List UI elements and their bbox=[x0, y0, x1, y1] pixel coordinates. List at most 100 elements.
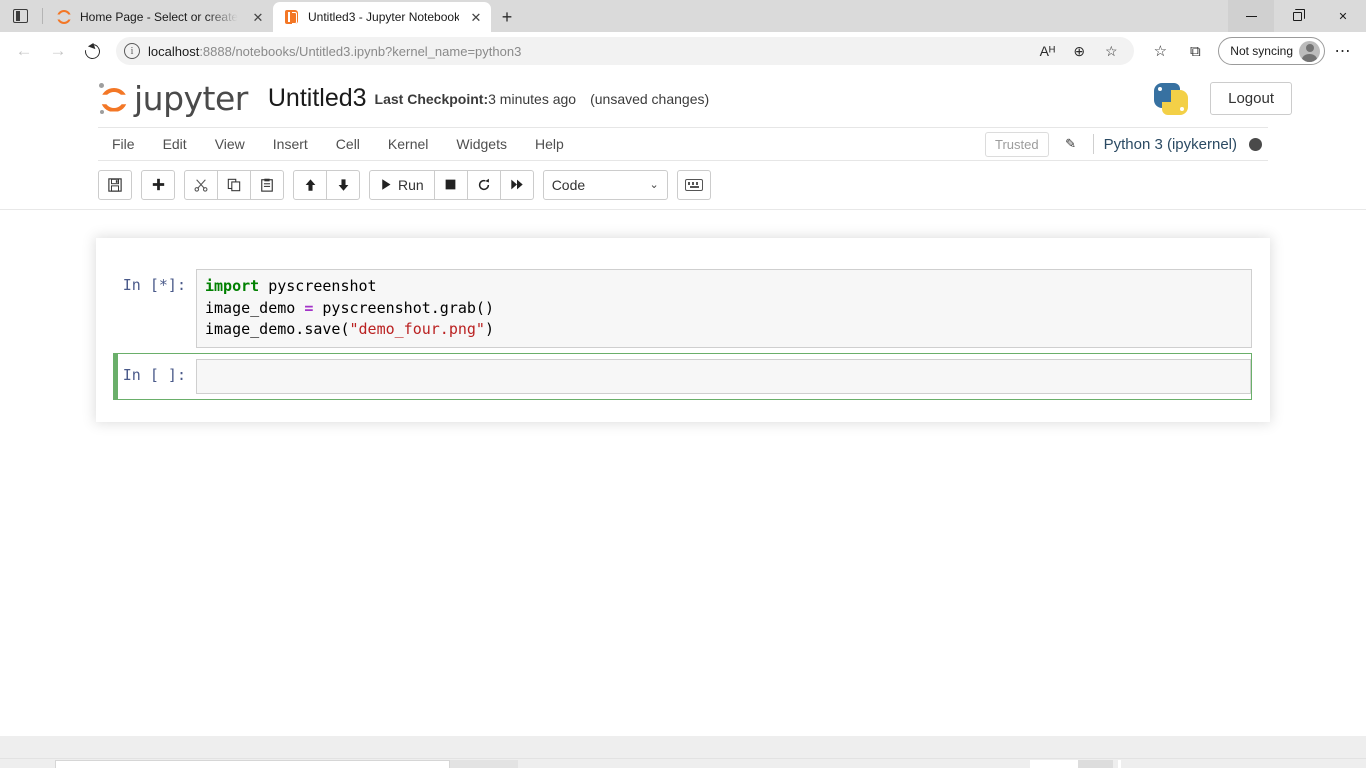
add-favorite-icon[interactable]: ☆ bbox=[1096, 38, 1126, 64]
code-editor-1[interactable]: import pyscreenshot image_demo = pyscree… bbox=[196, 269, 1252, 348]
code-token: image_demo bbox=[205, 299, 304, 317]
browser-tab-home-page[interactable]: Home Page - Select or create a n ✕ bbox=[45, 2, 273, 32]
maximize-icon bbox=[1293, 12, 1302, 21]
command-palette-button[interactable] bbox=[677, 170, 711, 200]
code-token: ) bbox=[485, 320, 494, 338]
jupyter-logo[interactable]: jupyter bbox=[98, 79, 248, 118]
kernel-busy-indicator-icon bbox=[1249, 138, 1262, 151]
collections-icon[interactable]: ⧉ bbox=[1179, 36, 1211, 66]
python-logo-icon bbox=[1154, 82, 1188, 116]
zoom-icon[interactable]: ⊕ bbox=[1064, 38, 1094, 64]
restart-and-run-all-button[interactable] bbox=[500, 170, 534, 200]
toolbar-group-move bbox=[293, 170, 360, 200]
tab-search-icon bbox=[13, 9, 28, 23]
profile-button[interactable]: Not syncing bbox=[1218, 37, 1325, 65]
profile-label: Not syncing bbox=[1230, 44, 1293, 58]
arrow-down-icon bbox=[337, 178, 350, 192]
keyboard-icon bbox=[685, 179, 703, 191]
cut-button[interactable] bbox=[184, 170, 218, 200]
menu-item-help[interactable]: Help bbox=[521, 128, 578, 160]
code-cell-2[interactable]: In [ ]: bbox=[113, 353, 1252, 400]
address-bar[interactable]: i localhost:8888/notebooks/Untitled3.ipy… bbox=[116, 37, 1134, 65]
plus-icon bbox=[152, 178, 165, 191]
checkpoint-label: Last Checkpoint: bbox=[375, 91, 489, 107]
jupyter-header: jupyter Untitled3 Last Checkpoint:3 minu… bbox=[0, 70, 1366, 127]
move-cell-up-button[interactable] bbox=[293, 170, 327, 200]
cell-type-select[interactable]: Code ⌄ bbox=[543, 170, 668, 200]
logout-button[interactable]: Logout bbox=[1210, 82, 1292, 115]
code-token: import bbox=[205, 277, 259, 295]
site-info-icon[interactable]: i bbox=[124, 43, 140, 59]
code-editor-2[interactable] bbox=[196, 359, 1251, 394]
insert-cell-below-button[interactable] bbox=[141, 170, 175, 200]
separator bbox=[1093, 134, 1094, 154]
jupyter-toolbar: Run Code ⌄ bbox=[98, 161, 1268, 203]
notebook-title[interactable]: Untitled3 bbox=[268, 84, 367, 113]
reload-icon bbox=[82, 41, 103, 62]
address-bar-url: localhost:8888/notebooks/Untitled3.ipynb… bbox=[148, 44, 521, 59]
fast-forward-icon bbox=[510, 178, 524, 191]
favorites-icon[interactable]: ☆ bbox=[1144, 36, 1176, 66]
window-minimize-button[interactable] bbox=[1228, 0, 1274, 32]
taskbar-segment bbox=[1078, 760, 1113, 768]
tab-title: Untitled3 - Jupyter Notebook bbox=[308, 10, 459, 24]
restart-kernel-button[interactable] bbox=[467, 170, 501, 200]
code-cell-1[interactable]: In [*]: import pyscreenshot image_demo =… bbox=[114, 264, 1252, 353]
run-cell-button[interactable]: Run bbox=[369, 170, 435, 200]
toolbar-group-shortcuts bbox=[677, 170, 711, 200]
settings-and-more-icon[interactable]: ⋯ bbox=[1328, 36, 1358, 66]
save-button[interactable] bbox=[98, 170, 132, 200]
move-cell-down-button[interactable] bbox=[326, 170, 360, 200]
trusted-badge: Trusted bbox=[985, 132, 1049, 157]
menu-item-edit[interactable]: Edit bbox=[149, 128, 201, 160]
code-token: pyscreenshot bbox=[259, 277, 376, 295]
url-path: :8888/notebooks/Untitled3.ipynb?kernel_n… bbox=[199, 44, 521, 59]
browser-navigation-bar: ← → i localhost:8888/notebooks/Untitled3… bbox=[0, 32, 1366, 70]
play-icon bbox=[380, 178, 392, 191]
taskbar-segment bbox=[450, 760, 518, 768]
back-button[interactable]: ← bbox=[8, 36, 40, 66]
forward-button[interactable]: → bbox=[42, 36, 74, 66]
taskbar-strip bbox=[0, 758, 1366, 768]
scissors-icon bbox=[194, 178, 208, 192]
interrupt-kernel-button[interactable] bbox=[434, 170, 468, 200]
toolbar-group-clipboard bbox=[184, 170, 284, 200]
restart-icon bbox=[477, 178, 491, 192]
menu-item-view[interactable]: View bbox=[201, 128, 259, 160]
kernel-name-label[interactable]: Python 3 (ipykernel) bbox=[1104, 136, 1237, 153]
arrow-up-icon bbox=[304, 178, 317, 192]
menu-item-file[interactable]: File bbox=[98, 128, 149, 160]
tab-divider bbox=[42, 8, 43, 24]
menu-item-kernel[interactable]: Kernel bbox=[374, 128, 442, 160]
reload-button[interactable] bbox=[76, 36, 108, 66]
paste-button[interactable] bbox=[250, 170, 284, 200]
tab-close-icon[interactable]: ✕ bbox=[467, 8, 485, 26]
browser-tab-untitled3[interactable]: Untitled3 - Jupyter Notebook ✕ bbox=[273, 2, 491, 32]
cell-prompt: In [ ]: bbox=[118, 359, 196, 384]
save-icon bbox=[108, 178, 122, 192]
notebook-page: jupyter Untitled3 Last Checkpoint:3 minu… bbox=[0, 70, 1366, 768]
taskbar-segment bbox=[55, 760, 450, 768]
chevron-down-icon: ⌄ bbox=[649, 178, 658, 191]
new-tab-button[interactable]: + bbox=[491, 2, 523, 32]
tab-search-button[interactable] bbox=[0, 0, 40, 32]
jupyter-logo-text: jupyter bbox=[134, 79, 248, 118]
read-aloud-icon[interactable]: Aᴴ bbox=[1032, 38, 1062, 64]
cell-type-value: Code bbox=[552, 177, 585, 193]
menu-item-insert[interactable]: Insert bbox=[259, 128, 322, 160]
paste-icon bbox=[260, 178, 274, 192]
taskbar-segment bbox=[1118, 760, 1121, 768]
toolbar-group-run: Run bbox=[369, 170, 534, 200]
code-token: "demo_four.png" bbox=[350, 320, 485, 338]
copy-button[interactable] bbox=[217, 170, 251, 200]
edit-pencil-icon[interactable]: ✎ bbox=[1059, 133, 1083, 155]
menu-bar-right: Trusted ✎ Python 3 (ipykernel) bbox=[985, 128, 1268, 160]
tab-close-icon[interactable]: ✕ bbox=[249, 8, 267, 26]
menu-item-widgets[interactable]: Widgets bbox=[442, 128, 521, 160]
window-close-button[interactable]: ✕ bbox=[1320, 0, 1366, 32]
run-button-label: Run bbox=[398, 177, 424, 193]
copy-icon bbox=[227, 178, 241, 192]
window-maximize-button[interactable] bbox=[1274, 0, 1320, 32]
minimize-icon bbox=[1246, 16, 1257, 17]
menu-item-cell[interactable]: Cell bbox=[322, 128, 374, 160]
